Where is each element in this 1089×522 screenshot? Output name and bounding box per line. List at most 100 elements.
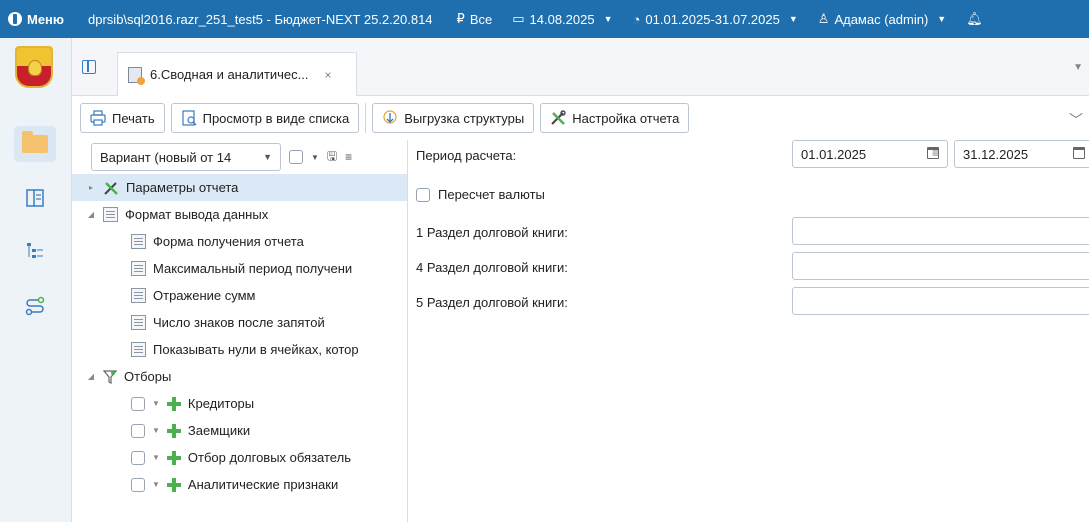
tree-node-label: Форма получения отчета	[153, 234, 304, 249]
tree-node-amounts[interactable]: Отражение сумм	[72, 282, 407, 309]
chevron-down-icon: ▼	[937, 14, 947, 24]
top-bar: Меню dprsib\sql2016.razr_251_test5 - Бюд…	[0, 0, 1089, 38]
toolbar-collapse-icon[interactable]: ﹀	[1069, 110, 1083, 130]
filter-checkbox[interactable]	[131, 396, 145, 411]
export-icon	[383, 110, 397, 124]
folder-icon	[22, 131, 48, 153]
parameters-panel: Вариант (новый от 14 ▼ ▼ 🖫︎ ≡ ▸ Параметр…	[72, 140, 408, 522]
save-icon[interactable]: 🖫︎	[327, 147, 337, 168]
layout-button[interactable]	[14, 180, 56, 216]
tree-node-label: Заемщики	[187, 423, 251, 438]
chevron-down-icon[interactable]: ▼	[152, 453, 160, 462]
export-structure-button[interactable]: Выгрузка структуры	[372, 103, 535, 133]
tree-node-label: Аналитические признаки	[187, 477, 339, 492]
coat-of-arms-logo	[15, 46, 53, 88]
tree-node-output-format[interactable]: ◢ Формат вывода данных	[72, 201, 407, 228]
tree-node-report-params[interactable]: ▸ Параметры отчета	[72, 174, 407, 201]
user-selector[interactable]: ♙ Адамас (admin) ▼	[808, 0, 956, 38]
plus-icon[interactable]	[166, 396, 181, 411]
document-icon	[131, 315, 146, 330]
tree-node-filters[interactable]: ◢ Отборы	[72, 363, 407, 390]
chevron-down-icon[interactable]: ▼	[152, 399, 160, 408]
menu-label: Меню	[27, 11, 65, 27]
collapse-icon[interactable]: ◢	[86, 372, 96, 381]
lines-icon[interactable]: ≡	[932, 146, 939, 160]
section1-input[interactable]	[792, 217, 1089, 245]
plus-icon[interactable]	[166, 477, 181, 492]
tabs-dropdown-icon[interactable]: ▼	[1073, 62, 1083, 73]
tab-title: 6.Сводная и аналитичес...	[150, 67, 309, 82]
recalc-label: Пересчет валюты	[438, 187, 545, 202]
tab-report[interactable]: 6.Сводная и аналитичес... ×	[117, 52, 357, 96]
tree-node-label: Максимальный период получени	[153, 261, 353, 276]
tree-node-label: Отражение сумм	[153, 288, 256, 303]
lines-icon[interactable]: ≡	[345, 150, 352, 164]
tree-node-decimals[interactable]: Число знаков после запятой	[72, 309, 407, 336]
period-label: 01.01.2025-31.07.2025	[645, 11, 780, 27]
export-structure-label: Выгрузка структуры	[404, 110, 525, 126]
tree-node-analytic-attributes[interactable]: ▼ Аналитические признаки	[72, 471, 407, 498]
period-selector[interactable]: ◔ 01.01.2025-31.07.2025 ▼	[623, 0, 808, 38]
report-settings-label: Настройка отчета	[572, 110, 680, 126]
print-icon	[90, 110, 106, 126]
print-label: Печать	[112, 110, 155, 126]
document-icon	[131, 261, 146, 276]
recalc-checkbox[interactable]	[416, 187, 430, 202]
plus-icon[interactable]	[166, 423, 181, 438]
section4-input[interactable]	[792, 252, 1089, 280]
date-selector[interactable]: ▭ 14.08.2025 ▼	[502, 0, 622, 38]
tree-node-borrowers[interactable]: ▼ Заемщики	[72, 417, 407, 444]
parameters-tree: ▸ Параметры отчета ◢ Формат вывода данны…	[72, 174, 407, 498]
print-button[interactable]: Печать	[80, 103, 165, 133]
tree-node-report-form[interactable]: Форма получения отчета	[72, 228, 407, 255]
tree-node-max-period[interactable]: Максимальный период получени	[72, 255, 407, 282]
route-icon	[25, 296, 45, 316]
calendar-icon: ▭	[512, 11, 525, 26]
tree-button[interactable]	[14, 234, 56, 270]
tree-node-show-zeros[interactable]: Показывать нули в ячейках, котор	[72, 336, 407, 363]
left-rail	[0, 38, 72, 522]
route-button[interactable]	[14, 288, 56, 324]
expand-icon[interactable]: ▸	[86, 183, 96, 192]
list-view-button[interactable]: Просмотр в виде списка	[170, 103, 360, 133]
chevron-down-icon[interactable]: ▼	[311, 153, 319, 162]
close-icon[interactable]: ×	[325, 68, 332, 82]
window-title: dprsib\sql2016.razr_251_test5 - Бюджет-N…	[88, 11, 433, 27]
date-label: 14.08.2025	[529, 11, 595, 27]
filter-checkbox[interactable]	[131, 477, 145, 492]
filter-selector[interactable]: ₽ Все	[447, 0, 503, 38]
variant-select[interactable]: Вариант (новый от 14 ▼	[91, 143, 281, 171]
user-label: Адамас (admin)	[834, 11, 929, 27]
variant-value: Вариант (новый от 14	[100, 149, 232, 165]
layout-icon	[26, 189, 44, 207]
filter-checkbox[interactable]	[131, 423, 145, 438]
toolbar: Печать Просмотр в виде списка Выгрузка с…	[72, 96, 1089, 140]
report-icon	[128, 66, 145, 85]
toolbar-separator	[365, 103, 367, 133]
menu-button[interactable]: Меню	[0, 0, 78, 38]
folder-button[interactable]	[14, 126, 56, 162]
tree-node-label: Число знаков после запятой	[153, 315, 325, 330]
notification-icon[interactable]: 🔔︎	[956, 0, 993, 38]
period-to-input[interactable]: 31.12.2025	[954, 140, 1089, 168]
report-settings-button[interactable]: Настройка отчета	[540, 103, 690, 133]
period-from-input[interactable]: 01.01.2025	[792, 140, 948, 168]
recalc-row[interactable]: Пересчет валюты	[416, 187, 545, 202]
section5-input[interactable]	[792, 287, 1089, 315]
filter-icon: ₽	[456, 11, 465, 26]
filter-checkbox[interactable]	[131, 450, 145, 465]
collapse-icon[interactable]: ◢	[86, 210, 96, 219]
period-label: Период расчета:	[416, 148, 517, 163]
variant-checkbox[interactable]	[289, 150, 303, 164]
tree-node-debt-obligations[interactable]: ▼ Отбор долговых обязатель	[72, 444, 407, 471]
tree-node-label: Показывать нули в ячейках, котор	[153, 342, 359, 357]
chevron-down-icon: ▼	[263, 152, 272, 162]
chevron-down-icon[interactable]: ▼	[152, 480, 160, 489]
chevron-down-icon[interactable]: ▼	[152, 426, 160, 435]
plus-icon[interactable]	[166, 450, 181, 465]
tree-node-creditors[interactable]: ▼ Кредиторы	[72, 390, 407, 417]
calendar-icon[interactable]	[1073, 147, 1085, 159]
tree-node-label: Параметры отчета	[126, 180, 239, 195]
list-view-label: Просмотр в виде списка	[202, 110, 350, 126]
panel-toggle-icon[interactable]	[82, 60, 96, 74]
